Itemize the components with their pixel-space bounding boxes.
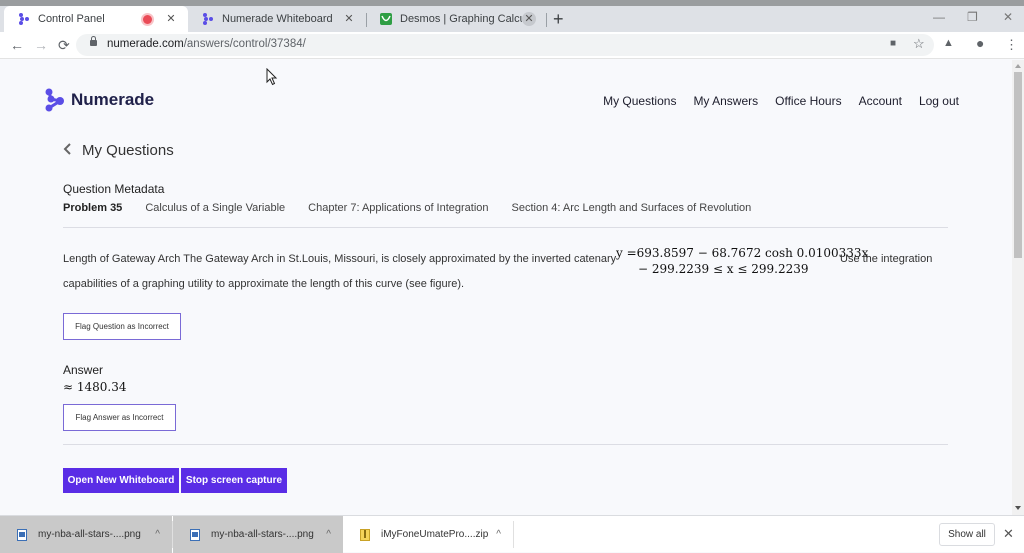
nav-account[interactable]: Account — [859, 94, 902, 108]
math-line-2: − 299.2239 ≤ x ≤ 299.2239 — [638, 262, 809, 276]
divider — [513, 521, 514, 548]
nav-my-questions[interactable]: My Questions — [603, 94, 676, 108]
tab-numerade-whiteboard[interactable]: Numerade Whiteboard ✕ — [188, 6, 366, 32]
flag-answer-button[interactable]: Flag Answer as Incorrect — [63, 404, 176, 431]
flag-question-button[interactable]: Flag Question as Incorrect — [63, 313, 181, 340]
page-content: Numerade My Questions My Answers Office … — [0, 60, 1012, 515]
tab-control-panel[interactable]: Control Panel ✕ — [4, 6, 188, 32]
book-title: Calculus of a Single Variable — [145, 202, 286, 214]
metadata-title: Question Metadata — [63, 182, 165, 196]
numerade-logo[interactable]: Numerade — [44, 88, 154, 112]
lock-icon — [90, 36, 97, 46]
scroll-up-arrow-icon[interactable] — [1015, 64, 1021, 68]
back-arrow-icon[interactable]: ← — [10, 37, 24, 53]
minimize-button[interactable]: — — [933, 10, 945, 24]
recording-indicator-icon — [143, 14, 152, 24]
back-label: My Questions — [82, 142, 174, 159]
forward-arrow-icon[interactable]: → — [34, 37, 48, 53]
tab-title: Desmos | Graphing Calculator — [400, 13, 522, 25]
math-line-1: y =693.8597 − 68.7672 cosh 0.0100333x — [616, 246, 869, 260]
download-filename: iMyFoneUmatePro....zip — [381, 529, 489, 540]
download-item[interactable]: iMyFoneUmatePro....zip ^ — [343, 516, 513, 553]
back-to-my-questions[interactable]: My Questions — [63, 142, 174, 159]
question-line-2: capabilities of a graphing utility to ap… — [63, 278, 465, 290]
chevron-left-icon — [63, 142, 71, 159]
tab-close-icon[interactable]: ✕ — [342, 12, 356, 26]
section-title: Section 4: Arc Length and Surfaces of Re… — [511, 202, 752, 214]
browser-toolbar: ← → ⟳ numerade.com/answers/control/37384… — [0, 32, 1024, 59]
divider — [63, 444, 948, 445]
nav-office-hours[interactable]: Office Hours — [775, 94, 841, 108]
numerade-logo-icon — [45, 88, 64, 112]
numerade-favicon-icon — [19, 13, 29, 25]
divider — [63, 227, 948, 228]
nav-my-answers[interactable]: My Answers — [693, 94, 758, 108]
main-nav: My Questions My Answers Office Hours Acc… — [603, 94, 959, 108]
math-equation: y =693.8597 − 68.7672 cosh 0.0100333x − … — [616, 245, 868, 277]
mouse-cursor-icon — [266, 68, 278, 86]
chapter-title: Chapter 7: Applications of Integration — [308, 202, 489, 214]
drive-extension-icon[interactable]: ▲ — [943, 37, 954, 49]
window-close-button[interactable]: ✕ — [1003, 10, 1013, 24]
menu-icon[interactable]: ⋮ — [1005, 37, 1018, 53]
chevron-up-icon[interactable]: ^ — [155, 529, 160, 540]
scroll-down-arrow-icon[interactable] — [1015, 506, 1021, 510]
nav-log-out[interactable]: Log out — [919, 94, 959, 108]
download-filename: my-nba-all-stars-....png — [211, 529, 314, 540]
numerade-favicon-icon — [203, 13, 213, 25]
question-line-1: Length of Gateway Arch The Gateway Arch … — [63, 253, 617, 265]
profile-icon[interactable]: ● — [976, 35, 984, 51]
show-all-downloads-button[interactable]: Show all — [939, 523, 995, 546]
url-text[interactable]: numerade.com/answers/control/37384/ — [107, 38, 306, 50]
tab-title: Numerade Whiteboard — [222, 13, 333, 25]
tab-close-icon[interactable]: ✕ — [522, 12, 536, 26]
brand-name: Numerade — [71, 90, 155, 109]
tab-desmos[interactable]: Desmos | Graphing Calculator ✕ — [366, 6, 546, 32]
tab-separator — [546, 13, 547, 27]
download-filename: my-nba-all-stars-....png — [38, 529, 141, 540]
metadata-row: Problem 35 Calculus of a Single Variable… — [63, 202, 751, 214]
camera-icon[interactable]: ■ — [890, 38, 896, 49]
desmos-favicon-icon — [380, 13, 392, 25]
chevron-up-icon[interactable]: ^ — [496, 529, 501, 540]
page-scrollbar[interactable] — [1012, 60, 1024, 515]
download-item[interactable]: my-nba-all-stars-....png ^ — [0, 516, 172, 553]
restore-button[interactable]: ❐ — [967, 10, 978, 24]
tab-close-icon[interactable]: ✕ — [164, 12, 178, 26]
download-item[interactable]: my-nba-all-stars-....png ^ — [173, 516, 343, 553]
close-downloads-icon[interactable]: ✕ — [1003, 526, 1014, 542]
reload-icon[interactable]: ⟳ — [58, 37, 70, 54]
tab-bar: Control Panel ✕ Numerade Whiteboard ✕ De… — [0, 6, 1024, 32]
answer-value: ≈ 1480.34 — [63, 380, 127, 394]
image-file-icon — [190, 528, 200, 541]
tab-title: Control Panel — [38, 13, 105, 25]
image-file-icon — [17, 528, 27, 541]
downloads-bar: my-nba-all-stars-....png ^ my-nba-all-st… — [0, 515, 1024, 553]
open-new-whiteboard-button[interactable]: Open New Whiteboard — [63, 468, 179, 493]
stop-screen-capture-button[interactable]: Stop screen capture — [181, 468, 287, 493]
problem-number: Problem 35 — [63, 202, 123, 214]
bookmark-star-icon[interactable]: ☆ — [913, 36, 925, 52]
address-bar[interactable]: numerade.com/answers/control/37384/ ■ ☆ — [76, 34, 934, 56]
answer-label: Answer — [63, 363, 104, 377]
question-line-1-end: Use the integration — [840, 253, 933, 265]
zip-file-icon — [360, 528, 370, 541]
scroll-thumb[interactable] — [1014, 72, 1022, 258]
new-tab-button[interactable]: + — [553, 9, 564, 29]
chevron-up-icon[interactable]: ^ — [326, 529, 331, 540]
